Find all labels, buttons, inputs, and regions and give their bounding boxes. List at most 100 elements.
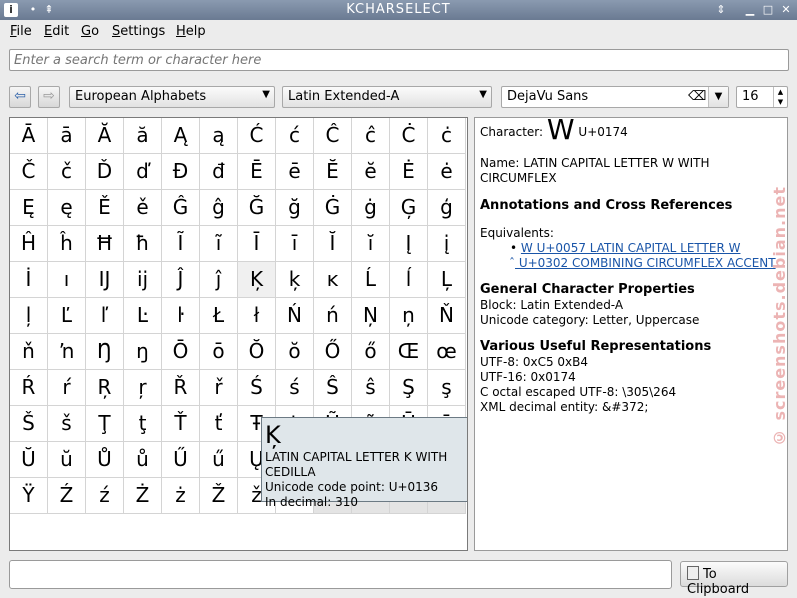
character-cell[interactable]: Ž <box>200 478 238 514</box>
character-cell[interactable]: Ě <box>86 190 124 226</box>
character-cell[interactable]: đ <box>200 154 238 190</box>
menu-go[interactable]: Go <box>81 24 99 39</box>
character-cell[interactable]: Ŏ <box>238 334 276 370</box>
character-cell[interactable]: Ą <box>162 118 200 154</box>
character-cell[interactable]: ğ <box>276 190 314 226</box>
character-cell[interactable]: ň <box>10 334 48 370</box>
character-cell[interactable]: Ĭ <box>314 226 352 262</box>
character-cell[interactable]: ġ <box>352 190 390 226</box>
equivalent-link-2[interactable]: ̂ U+0302 COMBINING CIRCUMFLEX ACCENT <box>515 256 776 270</box>
character-table[interactable]: ĀāĂăĄąĆćĈĉĊċ ČčĎďĐđĒēĔĕĖė ĘęĚěĜĝĞğĠġĢģ ĤĥĦħ… <box>9 117 468 551</box>
font-size-spinbox[interactable]: 16 ▲ ▼ <box>736 86 788 108</box>
character-cell[interactable]: ŕ <box>48 370 86 406</box>
character-cell[interactable]: ď <box>124 154 162 190</box>
character-cell[interactable]: Ğ <box>238 190 276 226</box>
selected-text-field[interactable] <box>9 560 672 589</box>
character-cell[interactable]: Ů <box>86 442 124 478</box>
character-cell[interactable]: ĩ <box>200 226 238 262</box>
character-cell[interactable]: ħ <box>124 226 162 262</box>
character-cell[interactable]: ā <box>48 118 86 154</box>
character-cell[interactable]: Ċ <box>390 118 428 154</box>
character-cell[interactable]: ģ <box>428 190 466 226</box>
character-cell[interactable]: Ś <box>238 370 276 406</box>
character-cell[interactable]: ŀ <box>162 298 200 334</box>
character-cell[interactable]: Œ <box>390 334 428 370</box>
character-cell[interactable]: Ĉ <box>314 118 352 154</box>
character-cell[interactable]: Ĝ <box>162 190 200 226</box>
character-cell[interactable]: ļ <box>10 298 48 334</box>
character-cell[interactable]: Ŝ <box>314 370 352 406</box>
character-cell[interactable]: ŝ <box>352 370 390 406</box>
menu-file[interactable]: File <box>10 24 32 39</box>
character-cell[interactable]: ř <box>200 370 238 406</box>
character-cell[interactable]: ŋ <box>124 334 162 370</box>
character-cell[interactable]: Ī <box>238 226 276 262</box>
character-cell[interactable]: ķ <box>276 262 314 298</box>
character-cell[interactable]: ś <box>276 370 314 406</box>
character-cell[interactable]: Ķ <box>238 262 276 298</box>
character-cell[interactable]: ŉ <box>48 334 86 370</box>
character-cell[interactable]: ī <box>276 226 314 262</box>
character-cell[interactable]: Ė <box>390 154 428 190</box>
character-cell[interactable]: Į <box>390 226 428 262</box>
character-cell[interactable]: Ň <box>428 298 466 334</box>
character-cell[interactable]: ĺ <box>390 262 428 298</box>
spin-up-icon[interactable]: ▲ <box>774 87 787 97</box>
close-button[interactable]: ✕ <box>779 3 793 17</box>
forward-button[interactable]: ⇨ <box>38 86 60 108</box>
character-cell[interactable]: ľ <box>86 298 124 334</box>
character-cell[interactable]: Ħ <box>86 226 124 262</box>
character-cell[interactable]: ť <box>200 406 238 442</box>
character-cell[interactable]: į <box>428 226 466 262</box>
character-cell[interactable]: ě <box>124 190 162 226</box>
character-cell[interactable]: ż <box>162 478 200 514</box>
character-cell[interactable]: ŗ <box>124 370 162 406</box>
character-cell[interactable]: Ĵ <box>162 262 200 298</box>
maximize-button[interactable]: □ <box>761 3 775 17</box>
menu-edit[interactable]: Edit <box>44 24 69 39</box>
character-cell[interactable]: Ż <box>124 478 162 514</box>
spin-buttons[interactable]: ▲ ▼ <box>773 87 787 107</box>
character-cell[interactable]: ĭ <box>352 226 390 262</box>
character-cell[interactable]: ŭ <box>48 442 86 478</box>
character-cell[interactable]: Ń <box>276 298 314 334</box>
character-cell[interactable]: ō <box>200 334 238 370</box>
character-cell[interactable]: ź <box>86 478 124 514</box>
search-input[interactable] <box>10 50 788 70</box>
character-cell[interactable]: Ź <box>48 478 86 514</box>
equivalent-link-1[interactable]: W U+0057 LATIN CAPITAL LETTER W <box>521 241 741 255</box>
character-cell[interactable]: Ă <box>86 118 124 154</box>
character-cell[interactable]: ĸ <box>314 262 352 298</box>
to-clipboard-button[interactable]: To Clipboard <box>680 561 788 597</box>
character-cell[interactable]: Ő <box>314 334 352 370</box>
font-select[interactable]: DejaVu Sans ⌫ ▼ <box>501 86 729 108</box>
character-cell[interactable]: Ť <box>162 406 200 442</box>
character-cell[interactable]: ă <box>124 118 162 154</box>
character-cell[interactable]: ű <box>200 442 238 478</box>
character-cell[interactable]: Ō <box>162 334 200 370</box>
character-cell[interactable]: ı <box>48 262 86 298</box>
block-select[interactable]: Latin Extended-A ▼ <box>282 86 492 108</box>
character-cell[interactable]: Ş <box>390 370 428 406</box>
character-cell[interactable]: İ <box>10 262 48 298</box>
character-cell[interactable]: ł <box>238 298 276 334</box>
back-button[interactable]: ⇦ <box>9 86 31 108</box>
character-cell[interactable]: ĥ <box>48 226 86 262</box>
character-cell[interactable]: Ā <box>10 118 48 154</box>
character-cell[interactable]: Ĕ <box>314 154 352 190</box>
character-cell[interactable]: Ř <box>162 370 200 406</box>
character-cell[interactable]: ş <box>428 370 466 406</box>
character-cell[interactable]: Ľ <box>48 298 86 334</box>
character-cell[interactable]: Ţ <box>86 406 124 442</box>
character-cell[interactable]: Ŕ <box>10 370 48 406</box>
character-cell[interactable]: Ł <box>200 298 238 334</box>
character-cell[interactable]: ē <box>276 154 314 190</box>
character-cell[interactable]: Ņ <box>352 298 390 334</box>
character-cell[interactable]: Ģ <box>390 190 428 226</box>
menu-help[interactable]: Help <box>176 24 206 39</box>
character-cell[interactable]: ņ <box>390 298 428 334</box>
minimize-button[interactable]: ▁ <box>743 3 757 17</box>
character-cell[interactable]: ċ <box>428 118 466 154</box>
character-cell[interactable]: Ē <box>238 154 276 190</box>
character-cell[interactable]: ŏ <box>276 334 314 370</box>
